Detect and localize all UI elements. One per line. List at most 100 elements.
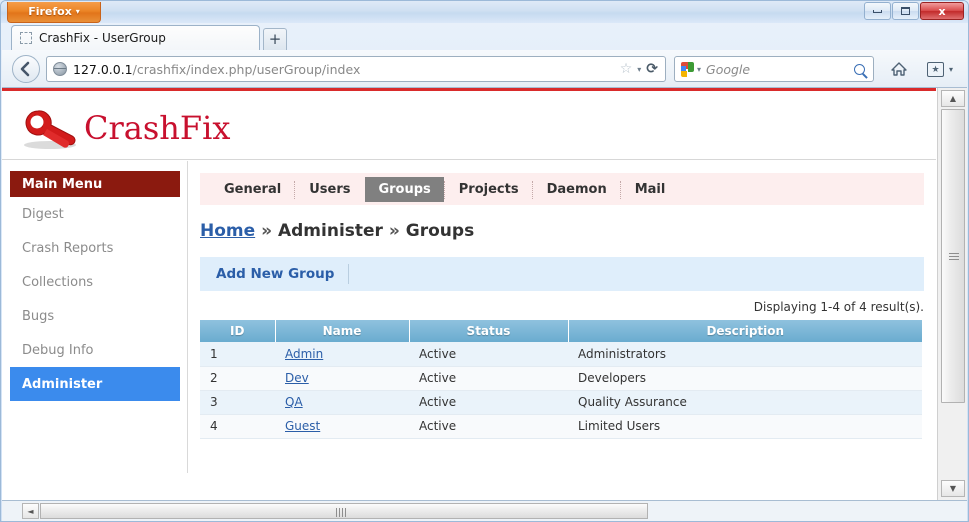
address-bar[interactable]: 127.0.0.1/crashfix/index.php/userGroup/i… xyxy=(46,56,666,82)
groups-table-head: ID Name Status Description xyxy=(200,320,922,342)
main-content: General Users Groups Projects Daemon Mai… xyxy=(188,161,936,500)
reload-icon[interactable]: ⟳ xyxy=(646,61,658,77)
chevron-down-icon[interactable]: ▾ xyxy=(949,65,953,74)
page-title: Groups xyxy=(405,221,475,241)
column-header-id[interactable]: ID xyxy=(200,320,276,342)
scrollbar-grip-icon xyxy=(336,508,347,517)
column-header-description[interactable]: Description xyxy=(568,320,922,342)
tab-mail[interactable]: Mail xyxy=(619,177,679,202)
tab-general[interactable]: General xyxy=(211,177,294,202)
tab-users[interactable]: Users xyxy=(294,177,363,202)
sidebar-item-digest[interactable]: Digest xyxy=(10,197,180,231)
minimize-button[interactable] xyxy=(864,2,891,20)
chevron-down-icon[interactable]: ▾ xyxy=(697,65,701,74)
cell-id: 3 xyxy=(200,390,275,415)
table-row[interactable]: 2 Dev Active Developers xyxy=(200,366,922,391)
site-logo-text: CrashFix xyxy=(84,109,231,147)
table-header-row: ID Name Status Description xyxy=(200,320,922,342)
search-bar[interactable]: ▾ Google xyxy=(674,56,874,82)
tab-daemon[interactable]: Daemon xyxy=(531,177,620,202)
scroll-down-button[interactable]: ▼ xyxy=(941,480,965,497)
cell-id: 1 xyxy=(200,342,275,367)
bookmarks-icon[interactable]: ★ xyxy=(927,62,944,77)
back-button[interactable] xyxy=(12,55,40,83)
address-path: /crashfix/index.php/userGroup/index xyxy=(132,61,361,77)
wrench-icon xyxy=(20,105,82,151)
scroll-left-button[interactable]: ◄ xyxy=(22,503,39,519)
address-bar-actions: ☆ ▾ ⟳ xyxy=(620,61,661,77)
cell-name: Admin xyxy=(275,342,409,367)
cell-id: 4 xyxy=(200,414,275,439)
bookmark-star-icon[interactable]: ☆ xyxy=(620,61,633,77)
tab-groups[interactable]: Groups xyxy=(365,176,444,202)
breadcrumb-administer: Administer xyxy=(277,221,383,241)
action-bar: Add New Group xyxy=(200,257,924,291)
page-favicon-placeholder-icon xyxy=(20,32,32,44)
close-icon: x xyxy=(938,4,946,18)
site-header: CrashFix xyxy=(2,91,936,160)
minimize-icon xyxy=(873,9,882,13)
cell-status: Active xyxy=(409,366,568,391)
navigation-toolbar: 127.0.0.1/crashfix/index.php/userGroup/i… xyxy=(2,50,967,88)
breadcrumb-separator: » xyxy=(388,221,400,241)
cell-id: 2 xyxy=(200,366,275,391)
vertical-scrollbar-thumb[interactable] xyxy=(941,109,965,403)
sidebar-item-collections[interactable]: Collections xyxy=(10,265,180,299)
column-header-name[interactable]: Name xyxy=(275,320,410,342)
table-row[interactable]: 1 Admin Active Administrators xyxy=(200,342,922,367)
vertical-scrollbar[interactable]: ▲ ▼ xyxy=(937,88,967,500)
horizontal-scrollbar[interactable]: ◄ xyxy=(2,501,967,521)
cell-name: Guest xyxy=(275,414,409,439)
address-host: 127.0.0.1 xyxy=(73,61,133,77)
browser-tab-label: CrashFix - UserGroup xyxy=(39,31,166,45)
sidebar-item-bugs[interactable]: Bugs xyxy=(10,299,180,333)
window-controls: x xyxy=(864,2,964,20)
tab-projects[interactable]: Projects xyxy=(443,177,532,202)
table-row[interactable]: 4 Guest Active Limited Users xyxy=(200,414,922,439)
browser-tab-crashfix[interactable]: CrashFix - UserGroup xyxy=(11,25,260,50)
groups-table-body: 1 Admin Active Administrators 2 Dev Acti… xyxy=(200,342,922,439)
new-tab-button[interactable]: + xyxy=(263,28,287,50)
group-link[interactable]: Guest xyxy=(285,419,320,433)
cell-name: Dev xyxy=(275,366,409,391)
chevron-down-icon[interactable]: ▾ xyxy=(637,65,641,74)
add-new-group-link[interactable]: Add New Group xyxy=(216,266,334,282)
scroll-up-button[interactable]: ▲ xyxy=(941,90,965,107)
cell-status: Active xyxy=(409,390,568,415)
search-icon[interactable] xyxy=(854,63,865,75)
search-input-placeholder[interactable]: Google xyxy=(706,62,854,77)
admin-tab-bar: General Users Groups Projects Daemon Mai… xyxy=(200,173,924,205)
maximize-icon xyxy=(901,7,910,15)
action-bar-divider xyxy=(348,264,350,284)
firefox-menu-label: Firefox xyxy=(28,5,72,18)
chevron-down-icon: ▾ xyxy=(75,7,80,16)
horizontal-scrollbar-thumb[interactable] xyxy=(40,503,648,519)
firefox-menu-button[interactable]: Firefox ▾ xyxy=(7,2,101,23)
group-link[interactable]: Dev xyxy=(285,371,309,385)
site-logo[interactable]: CrashFix xyxy=(20,105,230,151)
table-row[interactable]: 3 QA Active Quality Assurance xyxy=(200,390,922,415)
column-header-status[interactable]: Status xyxy=(409,320,569,342)
crashfix-page: CrashFix Main Menu Digest Crash Reports … xyxy=(2,91,936,500)
home-icon[interactable] xyxy=(890,61,908,82)
page-viewport: CrashFix Main Menu Digest Crash Reports … xyxy=(2,88,967,501)
sidebar-item-crash-reports[interactable]: Crash Reports xyxy=(10,231,180,265)
cell-description: Developers xyxy=(568,366,922,391)
cell-name: QA xyxy=(275,390,409,415)
close-button[interactable]: x xyxy=(920,2,964,20)
sidebar-header: Main Menu xyxy=(10,171,180,197)
group-link[interactable]: Admin xyxy=(285,347,323,361)
address-bar-url: 127.0.0.1/crashfix/index.php/userGroup/i… xyxy=(73,62,620,77)
cell-description: Quality Assurance xyxy=(568,390,922,415)
globe-icon xyxy=(53,62,67,76)
cell-description: Limited Users xyxy=(568,414,922,439)
back-arrow-icon xyxy=(20,61,30,77)
cell-status: Active xyxy=(409,342,568,367)
group-link[interactable]: QA xyxy=(285,395,303,409)
groups-table: ID Name Status Description 1 Admin Activ… xyxy=(200,320,922,439)
sidebar-item-administer[interactable]: Administer xyxy=(10,367,180,401)
maximize-button[interactable] xyxy=(892,2,919,20)
breadcrumb-link-home[interactable]: Home xyxy=(200,221,255,241)
sidebar: Main Menu Digest Crash Reports Collectio… xyxy=(2,161,188,500)
sidebar-item-debug-info[interactable]: Debug Info xyxy=(10,333,180,367)
